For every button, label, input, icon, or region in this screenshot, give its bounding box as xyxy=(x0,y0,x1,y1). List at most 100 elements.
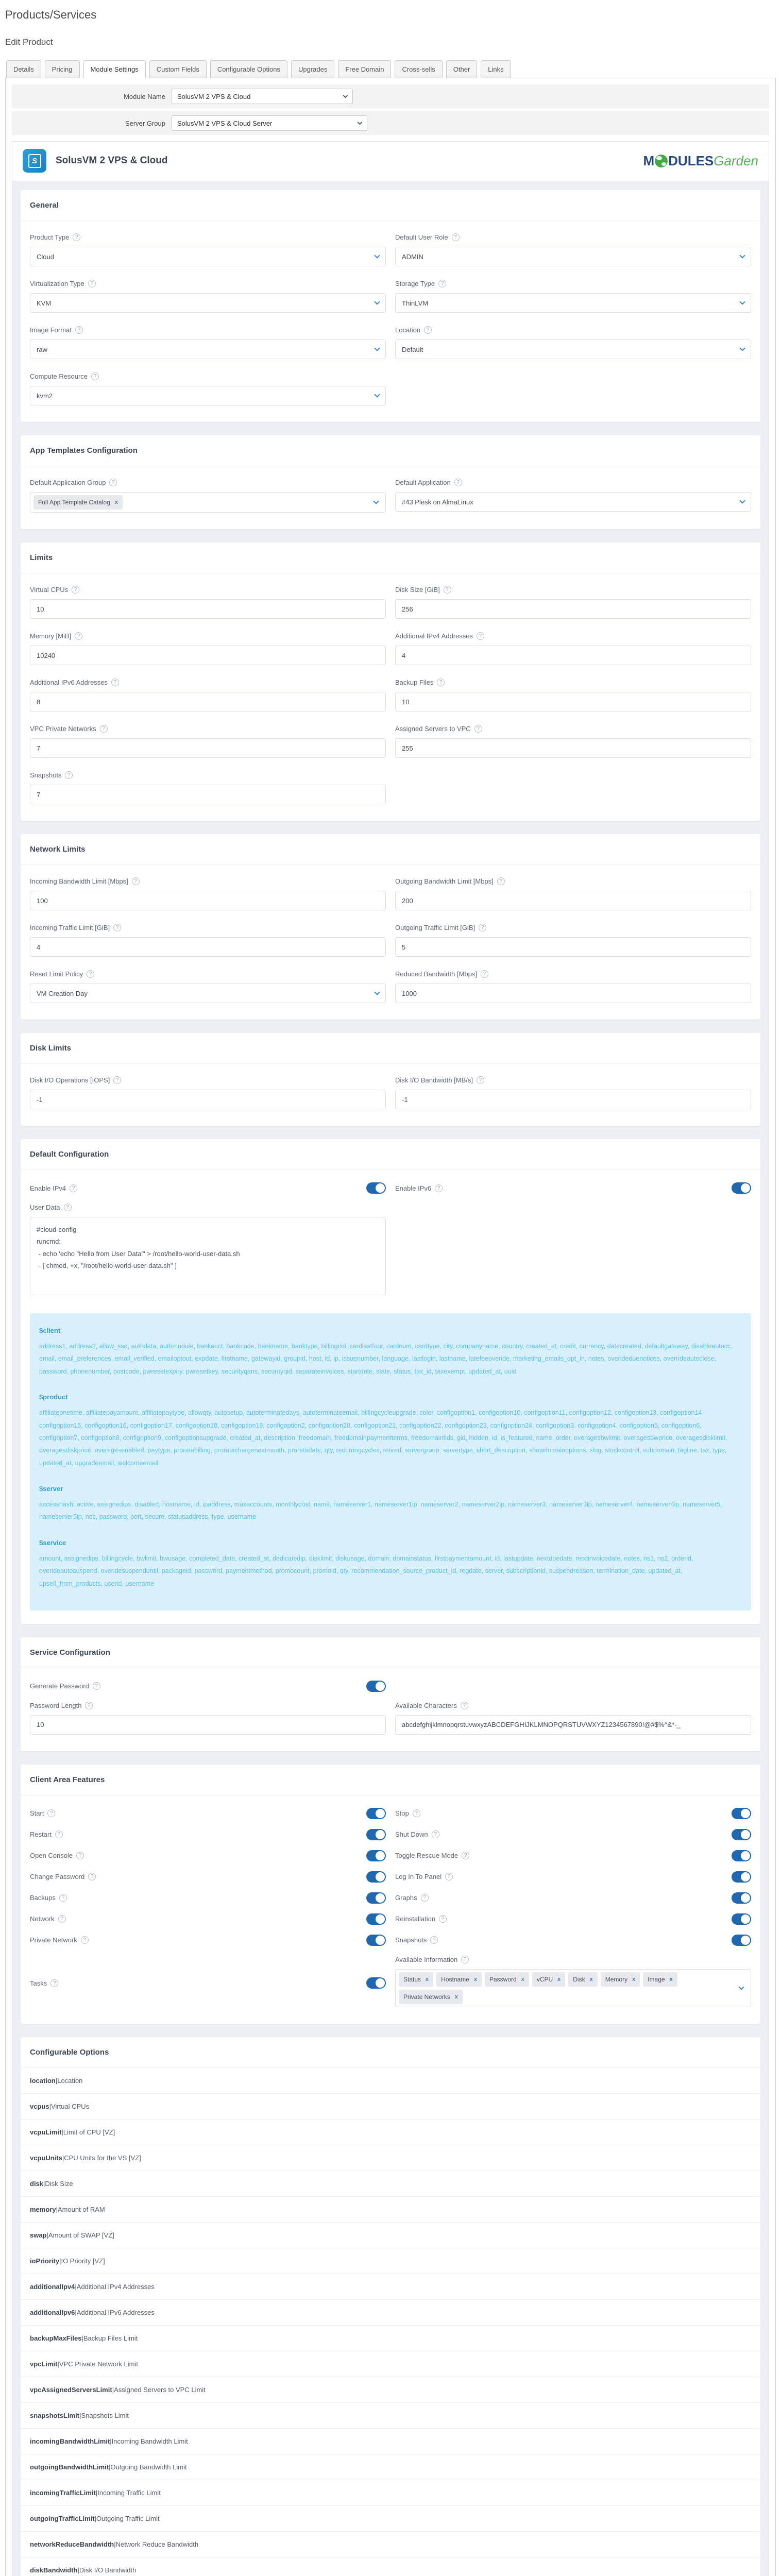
help-icon[interactable]: ? xyxy=(454,479,462,486)
chip-remove-icon[interactable]: x xyxy=(557,1976,561,1982)
help-icon[interactable]: ? xyxy=(88,1873,96,1881)
user-data-textarea[interactable]: #cloud-config runcmd: - echo 'echo "Hell… xyxy=(30,1217,386,1295)
generate-password-toggle[interactable] xyxy=(366,1680,386,1692)
help-icon[interactable]: ? xyxy=(70,1184,78,1192)
virtual-cpus-input[interactable]: 10 xyxy=(30,599,386,619)
additional-ipv4-input[interactable]: 4 xyxy=(395,646,751,665)
chip-remove-icon[interactable]: x xyxy=(632,1976,635,1982)
password-length-input[interactable]: 10 xyxy=(30,1715,386,1735)
memory-input[interactable]: 10240 xyxy=(30,646,386,665)
chip-remove-icon[interactable]: x xyxy=(590,1976,593,1982)
help-icon[interactable]: ? xyxy=(55,1831,63,1839)
tab-upgrades[interactable]: Upgrades xyxy=(291,60,335,78)
tab-other[interactable]: Other xyxy=(446,60,478,78)
help-icon[interactable]: ? xyxy=(424,326,432,334)
help-icon[interactable]: ? xyxy=(435,1184,443,1192)
storage-type-select[interactable]: ThinLVM xyxy=(395,293,751,313)
help-icon[interactable]: ? xyxy=(76,1852,84,1860)
feature-reinstallation-toggle[interactable] xyxy=(732,1913,751,1925)
tab-module-settings[interactable]: Module Settings xyxy=(83,60,146,78)
location-select[interactable]: Default xyxy=(395,340,751,359)
help-icon[interactable]: ? xyxy=(462,1852,470,1860)
feature-stop-toggle[interactable] xyxy=(732,1807,751,1819)
reduced-bandwidth-input[interactable]: 1000 xyxy=(395,984,751,1003)
help-icon[interactable]: ? xyxy=(73,233,81,241)
help-icon[interactable]: ? xyxy=(88,280,96,287)
feature-snapshots-toggle[interactable] xyxy=(732,1934,751,1946)
help-icon[interactable]: ? xyxy=(474,725,482,733)
help-icon[interactable]: ? xyxy=(430,1936,438,1944)
tab-free-domain[interactable]: Free Domain xyxy=(338,60,392,78)
default-application-select[interactable]: #43 Plesk on AlmaLinux xyxy=(395,492,751,512)
help-icon[interactable]: ? xyxy=(87,970,95,978)
help-icon[interactable]: ? xyxy=(497,877,505,885)
help-icon[interactable]: ? xyxy=(59,1894,67,1902)
tab-custom-fields[interactable]: Custom Fields xyxy=(149,60,207,78)
help-icon[interactable]: ? xyxy=(420,1894,429,1902)
outgoing-bandwidth-input[interactable]: 200 xyxy=(395,891,751,910)
disk-io-operations-input[interactable]: -1 xyxy=(30,1090,386,1109)
help-icon[interactable]: ? xyxy=(63,1204,72,1211)
help-icon[interactable]: ? xyxy=(111,679,120,686)
feature-network-toggle[interactable] xyxy=(366,1913,386,1925)
feature-change-password-toggle[interactable] xyxy=(366,1871,386,1883)
help-icon[interactable]: ? xyxy=(72,586,80,594)
server-group-select[interactable]: SolusVM 2 VPS & Cloud Server xyxy=(172,115,367,131)
enable-ipv6-toggle[interactable] xyxy=(732,1182,751,1194)
chip-remove-icon[interactable]: x xyxy=(474,1976,477,1982)
chip-remove-icon[interactable]: x xyxy=(521,1976,524,1982)
incoming-bandwidth-input[interactable]: 100 xyxy=(30,891,386,910)
help-icon[interactable]: ? xyxy=(58,1915,66,1923)
additional-ipv6-input[interactable]: 8 xyxy=(30,692,386,711)
help-icon[interactable]: ? xyxy=(75,326,83,334)
feature-shut-down-toggle[interactable] xyxy=(732,1828,751,1840)
help-icon[interactable]: ? xyxy=(479,924,487,931)
feature-restart-toggle[interactable] xyxy=(366,1828,386,1840)
chip-remove-icon[interactable]: x xyxy=(115,499,118,505)
feature-open-console-toggle[interactable] xyxy=(366,1850,386,1861)
feature-backups-toggle[interactable] xyxy=(366,1892,386,1904)
default-application-group-multiselect[interactable]: Full App Template Catalog x xyxy=(30,492,386,513)
module-name-select[interactable]: SolusVM 2 VPS & Cloud xyxy=(172,89,353,104)
help-icon[interactable]: ? xyxy=(50,1979,59,1987)
snapshots-input[interactable]: 7 xyxy=(30,785,386,804)
help-icon[interactable]: ? xyxy=(439,1915,447,1923)
help-icon[interactable]: ? xyxy=(92,1682,100,1690)
feature-toggle-rescue-mode-toggle[interactable] xyxy=(732,1850,751,1861)
help-icon[interactable]: ? xyxy=(443,586,451,594)
help-icon[interactable]: ? xyxy=(47,1809,56,1818)
tab-configurable-options[interactable]: Configurable Options xyxy=(210,60,287,78)
help-icon[interactable]: ? xyxy=(437,679,445,686)
feature-start-toggle[interactable] xyxy=(366,1807,386,1819)
help-icon[interactable]: ? xyxy=(113,924,122,931)
help-icon[interactable]: ? xyxy=(477,1076,484,1084)
help-icon[interactable]: ? xyxy=(445,1873,453,1881)
tab-details[interactable]: Details xyxy=(6,60,41,78)
compute-resource-select[interactable]: kvm2 xyxy=(30,386,386,405)
help-icon[interactable]: ? xyxy=(477,632,485,640)
disk-io-bandwidth-input[interactable]: -1 xyxy=(395,1090,751,1109)
tab-pricing[interactable]: Pricing xyxy=(44,60,80,78)
disk-size-input[interactable]: 256 xyxy=(395,599,751,619)
help-icon[interactable]: ? xyxy=(461,1955,469,1963)
enable-ipv4-toggle[interactable] xyxy=(366,1182,386,1194)
vpc-private-networks-input[interactable]: 7 xyxy=(30,738,386,758)
chip-remove-icon[interactable]: x xyxy=(670,1976,673,1982)
assigned-servers-to-vpc-input[interactable]: 255 xyxy=(395,738,751,758)
tab-cross-sells[interactable]: Cross-sells xyxy=(395,60,443,78)
feature-log-in-to-panel-toggle[interactable] xyxy=(732,1871,751,1883)
help-icon[interactable]: ? xyxy=(91,372,99,380)
feature-tasks-toggle[interactable] xyxy=(366,1977,386,1989)
product-type-select[interactable]: Cloud xyxy=(30,247,386,266)
help-icon[interactable]: ? xyxy=(460,1701,468,1709)
incoming-traffic-input[interactable]: 4 xyxy=(30,937,386,957)
help-icon[interactable]: ? xyxy=(480,970,488,978)
tab-links[interactable]: Links xyxy=(481,60,511,78)
help-icon[interactable]: ? xyxy=(80,1936,89,1944)
available-information-multiselect[interactable]: Status x Hostname x Password x vCPU x Disk x Memor… xyxy=(395,1969,751,2007)
backup-files-input[interactable]: 10 xyxy=(395,692,751,711)
help-icon[interactable]: ? xyxy=(412,1809,420,1818)
virtualization-type-select[interactable]: KVM xyxy=(30,293,386,313)
outgoing-traffic-input[interactable]: 5 xyxy=(395,937,751,957)
chip-remove-icon[interactable]: x xyxy=(455,1994,458,2000)
